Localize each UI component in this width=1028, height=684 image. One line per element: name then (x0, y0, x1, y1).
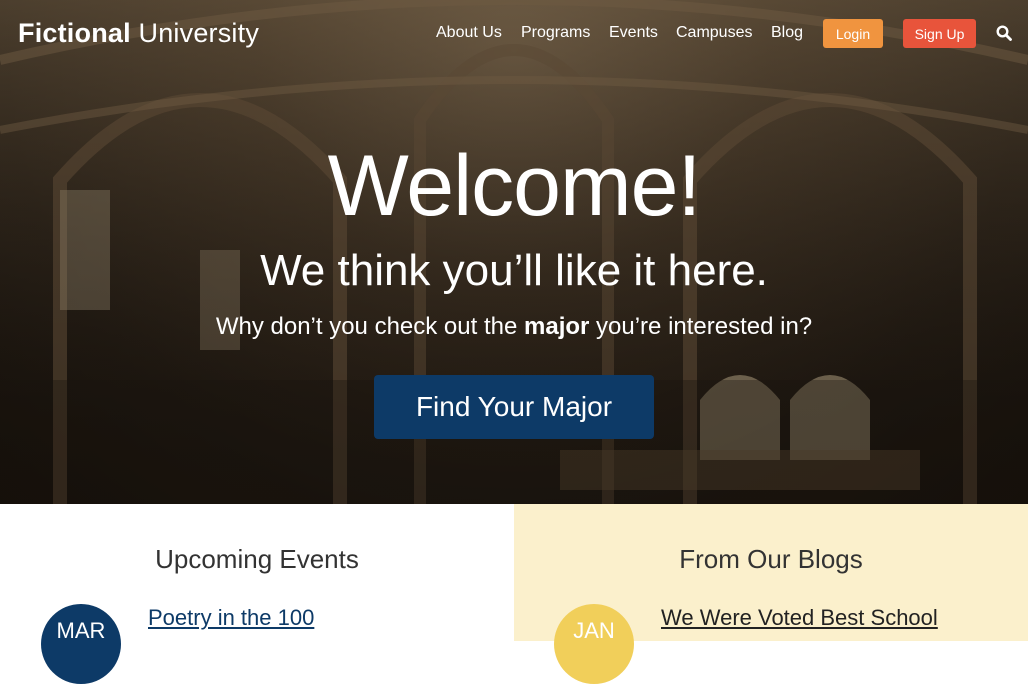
hero-tagline: Why don’t you check out the major you’re… (0, 313, 1028, 341)
nav-campuses[interactable]: Campuses (676, 24, 752, 42)
tagline-pre: Why don’t you check out the (215, 313, 524, 340)
nav-blog[interactable]: Blog (771, 24, 803, 42)
upcoming-events-section: Upcoming Events MAR Poetry in the 100 (0, 504, 514, 684)
signup-button[interactable]: Sign Up (903, 19, 976, 48)
login-button[interactable]: Login (823, 19, 883, 48)
tagline-emphasis: major (524, 313, 590, 340)
blogs-section: From Our Blogs JAN We Were Voted Best Sc… (514, 504, 1028, 684)
find-your-major-button[interactable]: Find Your Major (374, 375, 654, 439)
events-heading: Upcoming Events (155, 544, 359, 574)
search-icon[interactable] (996, 25, 1012, 41)
logo-light-text: University (138, 18, 260, 48)
blog-title-link[interactable]: We Were Voted Best School (661, 605, 938, 631)
hero-subtitle: We think you’ll like it here. (260, 246, 768, 295)
tagline-post: you’re interested in? (589, 313, 813, 340)
hero-title: Welcome! (327, 138, 702, 234)
event-title-link[interactable]: Poetry in the 100 (148, 605, 314, 631)
blogs-heading: From Our Blogs (679, 544, 863, 574)
logo-bold-text: Fictional (18, 18, 131, 48)
site-logo[interactable]: Fictional University (18, 18, 259, 49)
nav-events[interactable]: Events (609, 24, 658, 42)
nav-programs[interactable]: Programs (521, 24, 590, 42)
nav-about-us[interactable]: About Us (436, 24, 502, 42)
event-date-badge: MAR (41, 604, 121, 684)
site-header: Fictional University About Us Programs E… (0, 0, 1028, 70)
hero-banner: Fictional University About Us Programs E… (0, 0, 1028, 504)
blog-date-badge: JAN (554, 604, 634, 684)
